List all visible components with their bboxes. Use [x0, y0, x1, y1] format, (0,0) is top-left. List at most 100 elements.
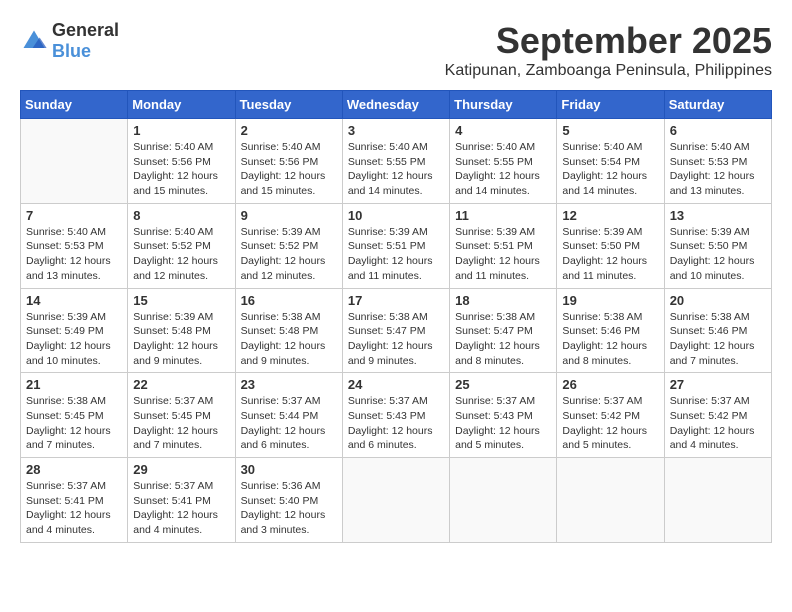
day-info: Sunrise: 5:36 AMSunset: 5:40 PMDaylight:… [241, 479, 337, 538]
day-info: Sunrise: 5:39 AMSunset: 5:49 PMDaylight:… [26, 310, 122, 369]
day-info: Sunrise: 5:40 AMSunset: 5:55 PMDaylight:… [455, 140, 551, 199]
day-info: Sunrise: 5:40 AMSunset: 5:53 PMDaylight:… [26, 225, 122, 284]
day-info: Sunrise: 5:38 AMSunset: 5:47 PMDaylight:… [348, 310, 444, 369]
day-number: 18 [455, 293, 551, 308]
calendar-week-row: 1 Sunrise: 5:40 AMSunset: 5:56 PMDaylight… [21, 119, 772, 204]
day-number: 1 [133, 123, 229, 138]
logo-icon [20, 27, 48, 55]
header-saturday: Saturday [664, 91, 771, 119]
header-sunday: Sunday [21, 91, 128, 119]
day-number: 29 [133, 462, 229, 477]
table-row: 13 Sunrise: 5:39 AMSunset: 5:50 PMDayligh… [664, 203, 771, 288]
header-tuesday: Tuesday [235, 91, 342, 119]
day-info: Sunrise: 5:37 AMSunset: 5:44 PMDaylight:… [241, 394, 337, 453]
table-row: 6Sunrise: 5:40 AMSunset: 5:53 PMDaylight… [664, 119, 771, 204]
page-header: General Blue September 2025 Katipunan, Z… [20, 20, 772, 80]
day-number: 3 [348, 123, 444, 138]
table-row: 23 Sunrise: 5:37 AMSunset: 5:44 PMDayligh… [235, 373, 342, 458]
day-info: Sunrise: 5:38 AMSunset: 5:47 PMDaylight:… [455, 310, 551, 369]
day-info: Sunrise: 5:40 AMSunset: 5:54 PMDaylight:… [562, 140, 658, 199]
day-info: Sunrise: 5:38 AMSunset: 5:46 PMDaylight:… [670, 310, 766, 369]
day-number: 25 [455, 377, 551, 392]
day-number: 24 [348, 377, 444, 392]
table-row: 9 Sunrise: 5:39 AMSunset: 5:52 PMDaylight… [235, 203, 342, 288]
day-info: Sunrise: 5:37 AMSunset: 5:43 PMDaylight:… [348, 394, 444, 453]
day-number: 22 [133, 377, 229, 392]
day-number: 15 [133, 293, 229, 308]
day-info: Sunrise: 5:37 AMSunset: 5:41 PMDaylight:… [133, 479, 229, 538]
table-row: 15Sunrise: 5:39 AMSunset: 5:48 PMDayligh… [128, 288, 235, 373]
day-number: 19 [562, 293, 658, 308]
day-number: 2 [241, 123, 337, 138]
day-number: 11 [455, 208, 551, 223]
day-info: Sunrise: 5:40 AMSunset: 5:52 PMDaylight:… [133, 225, 229, 284]
table-row [450, 458, 557, 543]
table-row [557, 458, 664, 543]
header-friday: Friday [557, 91, 664, 119]
table-row: 14 Sunrise: 5:39 AMSunset: 5:49 PMDayligh… [21, 288, 128, 373]
calendar-header-row: Sunday Monday Tuesday Wednesday Thursday… [21, 91, 772, 119]
day-number: 14 [26, 293, 122, 308]
calendar-week-row: 7 Sunrise: 5:40 AMSunset: 5:53 PMDaylight… [21, 203, 772, 288]
day-number: 4 [455, 123, 551, 138]
calendar-table: Sunday Monday Tuesday Wednesday Thursday… [20, 90, 772, 543]
day-number: 9 [241, 208, 337, 223]
calendar-week-row: 21 Sunrise: 5:38 AMSunset: 5:45 PMDayligh… [21, 373, 772, 458]
table-row: 4 Sunrise: 5:40 AMSunset: 5:55 PMDaylight… [450, 119, 557, 204]
day-info: Sunrise: 5:37 AMSunset: 5:43 PMDaylight:… [455, 394, 551, 453]
day-number: 26 [562, 377, 658, 392]
table-row: 18 Sunrise: 5:38 AMSunset: 5:47 PMDayligh… [450, 288, 557, 373]
day-number: 13 [670, 208, 766, 223]
table-row: 22 Sunrise: 5:37 AMSunset: 5:45 PMDayligh… [128, 373, 235, 458]
table-row: 1 Sunrise: 5:40 AMSunset: 5:56 PMDaylight… [128, 119, 235, 204]
day-number: 21 [26, 377, 122, 392]
day-info: Sunrise: 5:40 AMSunset: 5:55 PMDaylight:… [348, 140, 444, 199]
day-number: 17 [348, 293, 444, 308]
table-row: 24 Sunrise: 5:37 AMSunset: 5:43 PMDayligh… [342, 373, 449, 458]
table-row: 29 Sunrise: 5:37 AMSunset: 5:41 PMDayligh… [128, 458, 235, 543]
table-row: 11Sunrise: 5:39 AMSunset: 5:51 PMDayligh… [450, 203, 557, 288]
table-row: 2 Sunrise: 5:40 AMSunset: 5:56 PMDaylight… [235, 119, 342, 204]
table-row: 30Sunrise: 5:36 AMSunset: 5:40 PMDayligh… [235, 458, 342, 543]
day-info: Sunrise: 5:37 AMSunset: 5:42 PMDaylight:… [562, 394, 658, 453]
table-row: 5 Sunrise: 5:40 AMSunset: 5:54 PMDaylight… [557, 119, 664, 204]
day-number: 16 [241, 293, 337, 308]
table-row: 8Sunrise: 5:40 AMSunset: 5:52 PMDaylight… [128, 203, 235, 288]
day-number: 10 [348, 208, 444, 223]
logo-general: General [52, 20, 119, 40]
table-row: 20 Sunrise: 5:38 AMSunset: 5:46 PMDayligh… [664, 288, 771, 373]
day-number: 12 [562, 208, 658, 223]
table-row: 27 Sunrise: 5:37 AMSunset: 5:42 PMDayligh… [664, 373, 771, 458]
day-number: 7 [26, 208, 122, 223]
table-row: 7 Sunrise: 5:40 AMSunset: 5:53 PMDaylight… [21, 203, 128, 288]
day-number: 20 [670, 293, 766, 308]
day-info: Sunrise: 5:39 AMSunset: 5:50 PMDaylight:… [562, 225, 658, 284]
day-number: 28 [26, 462, 122, 477]
day-info: Sunrise: 5:37 AMSunset: 5:45 PMDaylight:… [133, 394, 229, 453]
table-row [21, 119, 128, 204]
header-wednesday: Wednesday [342, 91, 449, 119]
table-row: 16 Sunrise: 5:38 AMSunset: 5:48 PMDayligh… [235, 288, 342, 373]
day-number: 27 [670, 377, 766, 392]
header-monday: Monday [128, 91, 235, 119]
calendar-week-row: 28 Sunrise: 5:37 AMSunset: 5:41 PMDayligh… [21, 458, 772, 543]
day-info: Sunrise: 5:40 AMSunset: 5:56 PMDaylight:… [133, 140, 229, 199]
table-row: 10Sunrise: 5:39 AMSunset: 5:51 PMDayligh… [342, 203, 449, 288]
title-section: September 2025 Katipunan, Zamboanga Peni… [445, 20, 772, 80]
table-row: 19Sunrise: 5:38 AMSunset: 5:46 PMDayligh… [557, 288, 664, 373]
day-info: Sunrise: 5:39 AMSunset: 5:52 PMDaylight:… [241, 225, 337, 284]
day-number: 23 [241, 377, 337, 392]
table-row: 28Sunrise: 5:37 AMSunset: 5:41 PMDayligh… [21, 458, 128, 543]
day-number: 5 [562, 123, 658, 138]
table-row: 21 Sunrise: 5:38 AMSunset: 5:45 PMDayligh… [21, 373, 128, 458]
day-info: Sunrise: 5:40 AMSunset: 5:56 PMDaylight:… [241, 140, 337, 199]
logo: General Blue [20, 20, 119, 62]
month-title: September 2025 [445, 20, 772, 62]
table-row: 26 Sunrise: 5:37 AMSunset: 5:42 PMDayligh… [557, 373, 664, 458]
logo-blue: Blue [52, 41, 91, 61]
table-row: 17 Sunrise: 5:38 AMSunset: 5:47 PMDayligh… [342, 288, 449, 373]
day-info: Sunrise: 5:38 AMSunset: 5:48 PMDaylight:… [241, 310, 337, 369]
day-info: Sunrise: 5:39 AMSunset: 5:50 PMDaylight:… [670, 225, 766, 284]
day-info: Sunrise: 5:37 AMSunset: 5:42 PMDaylight:… [670, 394, 766, 453]
day-info: Sunrise: 5:38 AMSunset: 5:45 PMDaylight:… [26, 394, 122, 453]
